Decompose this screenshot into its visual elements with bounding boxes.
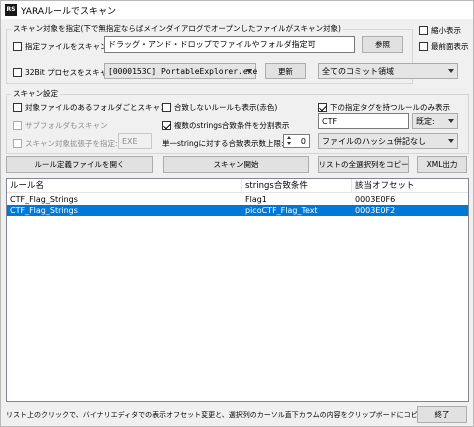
app-icon: RS	[5, 4, 17, 16]
refresh-button[interactable]: 更新	[265, 63, 306, 79]
checkbox-box	[13, 139, 22, 148]
open-rules-button[interactable]: ルール定義ファイルを開く	[6, 156, 153, 173]
split-label: 複数のstrings合致条件を分割表示	[174, 121, 290, 130]
ext-label: スキャン対象拡張子を指定:	[25, 139, 118, 148]
checkbox-box	[162, 103, 171, 112]
cell-strings: Flag1	[245, 195, 267, 204]
region-select[interactable]: 全てのコミット領域	[318, 63, 458, 79]
checkbox-box	[162, 121, 171, 130]
max-count-label: 単一stringに対する合致表示数上限:	[162, 139, 284, 148]
max-count-value: 0	[300, 136, 306, 146]
cell-rule: CTF_Flag_Strings	[10, 206, 78, 215]
checkbox-box	[13, 42, 22, 51]
table-row[interactable]: CTF_Flag_Strings Flag1 0003E0F6	[7, 194, 468, 205]
settings-group-label: スキャン設定	[11, 88, 60, 99]
show-nomatch-label: 合致しないルールも表示(赤色)	[174, 103, 278, 112]
checkbox-box	[318, 103, 327, 112]
close-button[interactable]: 終了	[417, 406, 467, 423]
window-title: YARAルールでスキャン	[21, 7, 117, 17]
topmost-checkbox[interactable]: 最前面表示	[419, 41, 469, 52]
scan-window: RS YARAルールでスキャン 縮小表示 最前面表示 スキャン対象を指定(下で無…	[0, 0, 474, 427]
chevron-down-icon	[246, 69, 252, 73]
split-checkbox[interactable]: 複数のstrings合致条件を分割表示	[162, 120, 289, 131]
target-group-label: スキャン対象を指定(下で無指定ならばメインダイアログでオープンしたファイルがスキ…	[11, 23, 343, 34]
checkbox-box	[419, 42, 428, 51]
process-label: 32Bit プロセスをスキャン	[25, 68, 115, 77]
cell-offset: 0003E0F2	[355, 206, 396, 215]
status-text: リスト上のクリックで、バイナリエディタでの表示オフセット変更と、選択列のカーソル…	[6, 411, 425, 419]
tag-filter-checkbox[interactable]: 下の指定タグを持つルールのみ表示	[318, 102, 450, 113]
max-count-stepper[interactable]: 0	[283, 134, 310, 148]
column-header-offset[interactable]: 該当オフセット	[352, 179, 468, 193]
region-select-value: 全てのコミット領域	[322, 66, 394, 76]
table-header: ルール名 strings合致条件 該当オフセット	[7, 179, 468, 193]
xml-output-button[interactable]: XML出力	[417, 156, 467, 173]
results-table[interactable]: ルール名 strings合致条件 該当オフセット CTF_Flag_String…	[6, 178, 469, 402]
tag-preset-value: 既定:	[416, 116, 435, 126]
column-header-strings[interactable]: strings合致条件	[242, 179, 352, 193]
checkbox-box	[13, 121, 22, 130]
cell-rule: CTF_Flag_Strings	[10, 195, 78, 204]
checkbox-box	[13, 103, 22, 112]
scan-start-button[interactable]: スキャン開始	[163, 156, 309, 173]
table-row[interactable]: CTF_Flag_Strings picoCTF_Flag_Text 0003E…	[7, 205, 468, 216]
column-header-rule[interactable]: ルール名	[7, 179, 242, 193]
checkbox-box	[419, 26, 428, 35]
drop-target-input[interactable]: ドラッグ・アンド・ドロップでファイルやフォルダ指定可	[104, 36, 355, 53]
show-nomatch-checkbox[interactable]: 合致しないルールも表示(赤色)	[162, 102, 277, 113]
process-checkbox[interactable]: 32Bit プロセスをスキャン	[13, 67, 115, 78]
subfolder-label: サブフォルダもスキャン	[25, 121, 108, 130]
topmost-label: 最前面表示	[431, 42, 469, 51]
cell-offset: 0003E0F6	[355, 195, 396, 204]
copy-list-button[interactable]: リストの全選択列をコピー	[318, 156, 409, 173]
specify-file-checkbox[interactable]: 指定ファイルをスキャン	[13, 41, 108, 52]
browse-button[interactable]: 参照	[362, 36, 403, 53]
tag-input[interactable]: CTF	[318, 113, 409, 129]
spin-arrows-icon[interactable]	[286, 135, 294, 147]
cell-strings: picoCTF_Flag_Text	[245, 206, 318, 215]
scan-folder-label: 対象ファイルのあるフォルダごとスキャン	[25, 103, 168, 112]
title-bar: RS YARAルールでスキャン	[1, 1, 473, 19]
scan-folder-checkbox[interactable]: 対象ファイルのあるフォルダごとスキャン	[13, 102, 168, 113]
tag-filter-label: 下の指定タグを持つルールのみ表示	[330, 103, 450, 112]
minimize-label: 縮小表示	[431, 26, 461, 35]
chevron-down-icon	[448, 119, 454, 123]
process-select[interactable]: [0000153C] PortableExplorer.exe	[104, 63, 258, 79]
tag-preset-select[interactable]: 既定:	[412, 113, 458, 129]
process-select-value: [0000153C] PortableExplorer.exe	[108, 66, 258, 76]
chevron-down-icon	[448, 139, 454, 143]
subfolder-checkbox[interactable]: サブフォルダもスキャン	[13, 120, 108, 131]
specify-file-label: 指定ファイルをスキャン	[25, 42, 108, 51]
ext-checkbox[interactable]: スキャン対象拡張子を指定:	[13, 138, 118, 149]
hash-select-value: ファイルのハッシュ併記なし	[322, 136, 426, 146]
chevron-down-icon	[448, 69, 454, 73]
ext-input[interactable]: EXE	[118, 133, 152, 149]
checkbox-box	[13, 68, 22, 77]
minimize-checkbox[interactable]: 縮小表示	[419, 25, 461, 36]
hash-select[interactable]: ファイルのハッシュ併記なし	[318, 133, 458, 149]
